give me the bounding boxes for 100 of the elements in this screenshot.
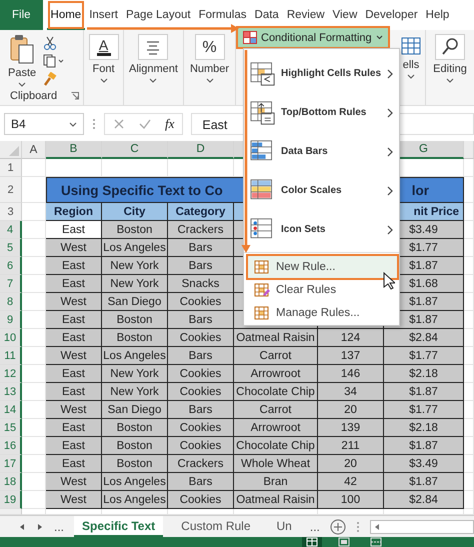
row-number[interactable]: 4 <box>0 221 22 239</box>
grid-cell[interactable] <box>22 159 46 177</box>
insert-function-button[interactable]: fx <box>165 116 174 132</box>
grid-cell[interactable] <box>464 159 474 177</box>
scissors-icon[interactable] <box>43 36 58 50</box>
row-number[interactable]: 8 <box>0 293 22 311</box>
normal-view-icon[interactable] <box>302 537 322 547</box>
table-cell: Snacks <box>168 275 234 293</box>
clipboard-icon <box>9 34 36 64</box>
grid-cell[interactable] <box>464 419 474 437</box>
more-sheets-button[interactable]: ... <box>54 520 64 534</box>
column-header[interactable]: D <box>168 141 234 159</box>
grid-cell[interactable] <box>464 257 474 275</box>
number-button[interactable]: % Number <box>186 32 232 85</box>
row-number[interactable]: 19 <box>0 491 22 509</box>
row-number[interactable]: 15 <box>0 419 22 437</box>
row-number[interactable]: 18 <box>0 473 22 491</box>
row-number[interactable]: 2 <box>0 177 22 203</box>
table-cell: Bars <box>168 311 234 329</box>
row-number[interactable]: 13 <box>0 383 22 401</box>
grid-cell[interactable] <box>464 455 474 473</box>
row-number[interactable]: 5 <box>0 239 22 257</box>
menu-item[interactable]: Highlight Cells Rules <box>244 54 399 93</box>
grid-cell[interactable] <box>464 203 474 221</box>
grid-cell[interactable] <box>464 239 474 257</box>
table-cell: $2.84 <box>384 329 464 347</box>
column-header[interactable]: C <box>102 141 168 159</box>
header-cell: Category <box>168 203 234 221</box>
grid-cell[interactable] <box>464 437 474 455</box>
grid-cell[interactable] <box>464 347 474 365</box>
grid-highlight-icon <box>250 62 276 86</box>
check-icon[interactable] <box>139 118 151 130</box>
row-number[interactable]: 9 <box>0 311 22 329</box>
format-painter-icon[interactable] <box>43 72 58 86</box>
more-sheets-button[interactable]: ... <box>310 520 320 534</box>
align-lines-icon <box>138 34 168 60</box>
grid-cell[interactable] <box>464 491 474 509</box>
ribbon-tab[interactable]: View <box>328 0 362 30</box>
add-sheet-icon[interactable] <box>330 518 346 534</box>
sheet-tab[interactable]: Custom Rule <box>173 516 259 537</box>
copy-icon[interactable] <box>43 54 66 68</box>
table-cell: New York <box>102 257 168 275</box>
row-number[interactable]: 12 <box>0 365 22 383</box>
sheet-tab[interactable]: Specific Text <box>74 516 164 537</box>
cancel-icon[interactable] <box>113 118 125 130</box>
font-button[interactable]: A Font <box>86 32 122 85</box>
table-cell: Chocolate Chip <box>234 437 318 455</box>
row-number[interactable]: 3 <box>0 203 22 221</box>
ribbon-tab[interactable]: Page Layout <box>122 0 195 30</box>
ribbon-tab[interactable]: Help <box>422 0 454 30</box>
grid-cell[interactable] <box>464 383 474 401</box>
grid-cell[interactable] <box>464 221 474 239</box>
table-cell: Boston <box>102 311 168 329</box>
dialog-launcher-icon[interactable] <box>71 92 79 100</box>
ribbon-tab[interactable]: Developer <box>361 0 422 30</box>
row-number[interactable]: 10 <box>0 329 22 347</box>
table-cell: 211 <box>318 437 384 455</box>
drag-handle-icon[interactable] <box>92 118 96 130</box>
row-number[interactable]: 17 <box>0 455 22 473</box>
percent-icon: % <box>194 34 224 60</box>
grid-cell[interactable] <box>464 329 474 347</box>
row-number[interactable]: 11 <box>0 347 22 365</box>
grid-cell[interactable] <box>464 401 474 419</box>
file-tab[interactable]: File <box>0 0 43 30</box>
row-number[interactable]: 7 <box>0 275 22 293</box>
paste-button[interactable]: Paste <box>0 32 40 89</box>
grid-cell[interactable] <box>464 293 474 311</box>
grid-cell[interactable] <box>464 275 474 293</box>
scroll-right-icon[interactable] <box>36 522 44 530</box>
select-all-icon[interactable] <box>9 146 19 156</box>
ribbon-tab[interactable]: Data <box>250 0 283 30</box>
ribbon-tab[interactable]: Insert <box>85 0 122 30</box>
column-header[interactable] <box>464 141 474 159</box>
scroll-left-icon[interactable] <box>18 522 26 530</box>
menu-item[interactable]: Top/Bottom Rules <box>244 93 399 132</box>
grid-cell[interactable] <box>464 365 474 383</box>
column-header[interactable]: A <box>22 141 46 159</box>
conditional-formatting-button[interactable]: Conditional Formatting <box>238 28 388 47</box>
menu-item[interactable]: New Rule... <box>248 256 397 278</box>
name-box[interactable]: B4 <box>4 113 84 135</box>
row-number[interactable]: 1 <box>0 159 22 177</box>
row-number[interactable]: 14 <box>0 401 22 419</box>
row-number[interactable]: 6 <box>0 257 22 275</box>
ribbon-tab[interactable]: Formulas <box>194 0 251 30</box>
title-text: lor <box>412 182 429 198</box>
sheet-tab[interactable]: Un <box>268 516 300 537</box>
horizontal-scrollbar[interactable] <box>370 520 474 534</box>
ribbon-tab[interactable]: Home <box>46 0 86 30</box>
column-header[interactable]: B <box>46 141 102 159</box>
row-number[interactable] <box>0 509 22 515</box>
alignment-button[interactable]: Alignment <box>126 32 181 85</box>
grid-cell[interactable] <box>464 473 474 491</box>
ribbon-tab[interactable]: Review <box>282 0 329 30</box>
grid-cell[interactable] <box>464 177 474 203</box>
row-number[interactable]: 16 <box>0 437 22 455</box>
table-cell: East <box>46 419 102 437</box>
editing-button[interactable]: Editing <box>430 32 470 85</box>
drag-handle-icon[interactable] <box>356 520 360 532</box>
grid-cell[interactable] <box>464 311 474 329</box>
table-cell: East <box>46 311 102 329</box>
